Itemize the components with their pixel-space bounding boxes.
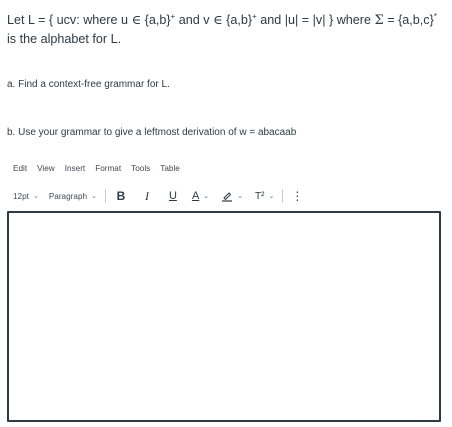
font-size-dropdown[interactable]: 12pt ⌄ [13, 192, 39, 201]
chevron-down-icon: ⌄ [91, 193, 97, 200]
block-format-value: Paragraph [48, 191, 88, 201]
editor-menubar: Edit View Insert Format Tools Table [13, 164, 180, 178]
part-b-prompt: b. Use your grammar to give a leftmost d… [7, 127, 297, 138]
part-a-prompt: a. Find a context-free grammar for L. [7, 79, 170, 90]
toolbar-divider [282, 189, 284, 203]
menu-format[interactable]: Format [95, 164, 121, 178]
chevron-down-icon: ⌄ [268, 193, 275, 200]
highlight-dropdown[interactable]: ⌄ [221, 190, 243, 202]
chevron-down-icon: ⌄ [32, 193, 39, 200]
block-format-dropdown[interactable]: Paragraph ⌄ [49, 192, 97, 201]
editor-toolbar: 12pt ⌄ Paragraph ⌄ B I U A ⌄ ⌄ T² ⌄ ⋮ [13, 187, 303, 205]
menu-tools[interactable]: Tools [131, 164, 150, 178]
bold-button[interactable]: B [114, 189, 128, 203]
set-2: {a,b} [226, 13, 253, 28]
menu-view[interactable]: View [37, 164, 55, 178]
question-line1-part1: Let L = { ucv: where u [7, 13, 128, 28]
chevron-down-icon: ⌄ [203, 193, 210, 200]
menu-insert[interactable]: Insert [65, 164, 85, 178]
menu-table[interactable]: Table [160, 164, 180, 178]
highlighter-icon [222, 192, 233, 202]
sigma-definition: = {a,b,c} [383, 13, 434, 28]
more-options-icon[interactable]: ⋮ [291, 189, 303, 203]
menu-edit[interactable]: Edit [13, 164, 27, 178]
element-of-symbol-2: ∈ [213, 13, 223, 29]
underline-button[interactable]: U [166, 190, 180, 202]
question-text: Let L = { ucv: where u ∈ {a,b}+ and v ∈ … [7, 8, 447, 48]
font-size-value: 12pt [13, 191, 29, 201]
text-color-icon: A [191, 190, 200, 202]
answer-text-area[interactable] [7, 211, 441, 422]
italic-button[interactable]: I [140, 189, 154, 204]
sigma-symbol: Σ [374, 13, 384, 29]
element-of-symbol-1: ∈ [131, 13, 142, 29]
superscript-icon: T² [255, 190, 265, 202]
alphabet-text: is the alphabet for L. [7, 32, 122, 47]
text-color-dropdown[interactable]: A ⌄ [192, 190, 209, 202]
superscript-dropdown[interactable]: T² ⌄ [255, 191, 274, 202]
star-superscript: * [433, 12, 437, 21]
set-1: {a,b} [144, 13, 171, 28]
length-condition-text: and |u| = |v| } where [256, 13, 372, 28]
toolbar-divider [104, 189, 106, 203]
chevron-down-icon: ⌄ [237, 193, 244, 200]
and-v-text: and v [175, 13, 210, 28]
